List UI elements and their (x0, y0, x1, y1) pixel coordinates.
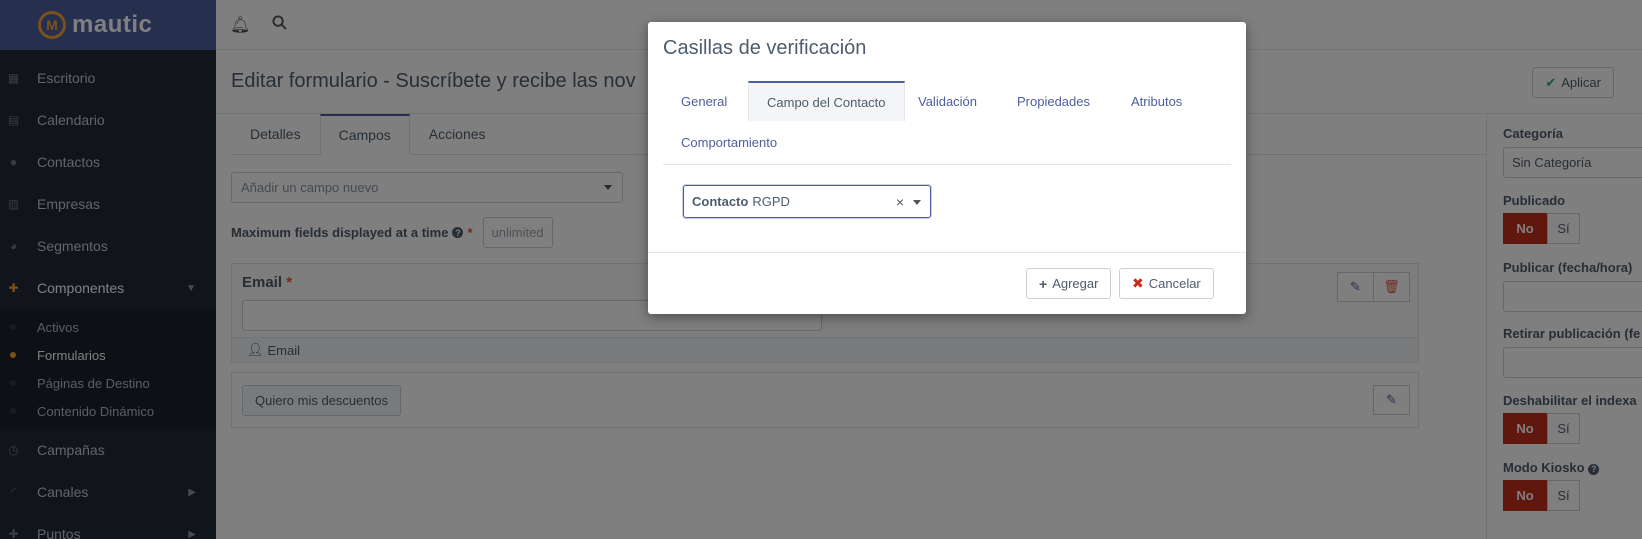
tab-campo-contacto[interactable]: Campo del Contacto (748, 81, 905, 121)
cancel-button[interactable]: ✖ Cancelar (1119, 268, 1214, 299)
add-button[interactable]: + Agregar (1026, 268, 1112, 299)
modal-tabs: General Campo del Contacto Validación Pr… (663, 81, 1231, 165)
tab-comportamiento[interactable]: Comportamiento (663, 122, 795, 162)
plus-icon: + (1039, 275, 1048, 292)
tab-atributos[interactable]: Atributos (1113, 81, 1200, 121)
add-label: Agregar (1052, 276, 1099, 291)
clear-icon[interactable]: × (896, 194, 904, 210)
cancel-label: Cancelar (1148, 276, 1201, 291)
caret-down-icon[interactable] (913, 200, 921, 205)
tab-propiedades[interactable]: Propiedades (999, 81, 1108, 121)
modal-title: Casillas de verificación (663, 37, 867, 59)
field-modal: Casillas de verificación General Campo d… (648, 22, 1246, 314)
tab-validacion[interactable]: Validación (900, 81, 995, 121)
modal-footer-divider (648, 252, 1246, 253)
select-value: RGPD (752, 194, 790, 209)
contact-field-select[interactable]: Contacto RGPD × (683, 185, 931, 218)
select-group-label: Contacto (692, 194, 749, 209)
close-icon: ✖ (1132, 275, 1144, 291)
tab-general[interactable]: General (663, 81, 745, 121)
